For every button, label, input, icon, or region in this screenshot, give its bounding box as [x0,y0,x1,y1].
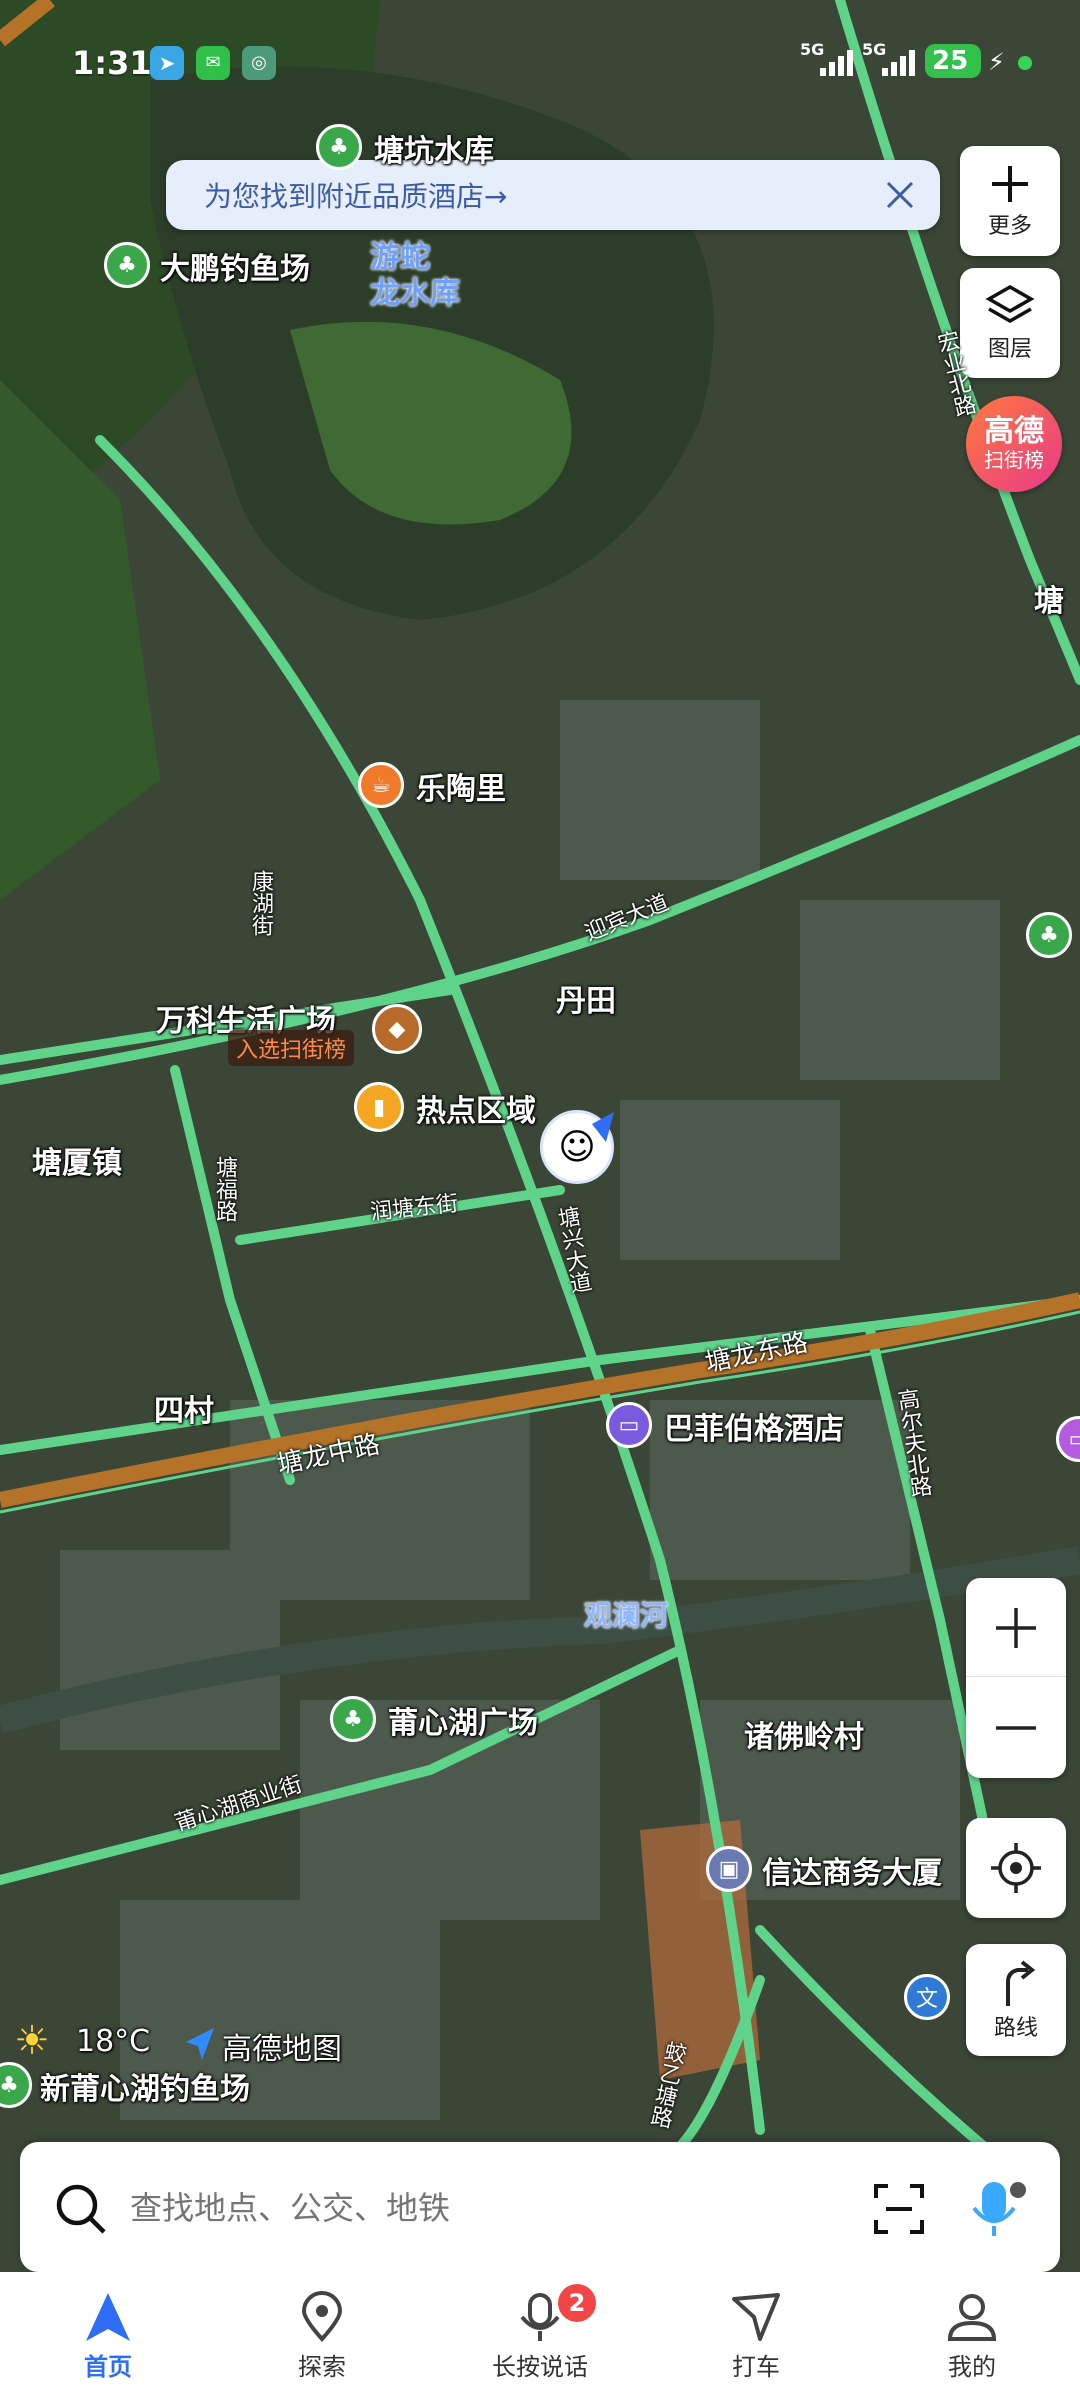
tab-explore[interactable]: 探索 [242,2272,402,2400]
zoom-control [966,1578,1066,1778]
street-rank-button[interactable]: 高德 扫街榜 [966,396,1062,492]
message-notification-icon: ✉ [196,46,230,80]
hotel-promo-banner[interactable]: 为您找到附近品质酒店→ [166,160,940,230]
locate-button[interactable] [966,1818,1066,1918]
tab-taxi-label: 打车 [732,2352,780,2381]
poi-label[interactable]: 塘坑水库 [374,126,494,170]
zoom-out-button[interactable] [966,1680,1066,1776]
poi-label[interactable]: 信达商务大厦 [762,1848,942,1892]
tab-me-label: 我的 [948,2352,996,2381]
sun-icon: ☀ [14,2018,50,2064]
banner-close-button[interactable] [870,165,930,225]
street-rank-title: 高德 [984,414,1044,449]
rank-badge: 入选扫街榜 [228,1030,355,1066]
culture-poi-icon[interactable]: 文 [904,1974,950,2020]
zoom-in-button[interactable] [966,1580,1066,1677]
app-notification-icon: ◎ [242,46,276,80]
restaurant-poi-icon[interactable]: ☕ [358,762,404,808]
banner-text[interactable]: 为您找到附近品质酒店→ [204,175,870,215]
tab-voice[interactable]: 长按说话 2 [460,2272,620,2400]
crosshair-icon [991,1843,1041,1893]
area-label: 丹田 [556,984,616,1019]
search-input[interactable] [128,2174,852,2242]
hotel-poi-icon[interactable]: ▭ [606,1402,652,1448]
poi-label[interactable]: 新莆心湖钓鱼场 [40,2064,250,2108]
street-rank-subtitle: 扫街榜 [984,448,1044,472]
plus-icon [992,166,1028,202]
fishing-poi-icon[interactable]: ♣ [104,242,150,288]
signal-2-icon [882,50,918,76]
road-label: 康湖街 [248,870,273,936]
route-label: 路线 [993,2016,1038,2041]
minus-icon [996,1726,1036,1730]
building-poi-icon[interactable]: ▣ [706,1846,752,1892]
tab-me[interactable]: 我的 [892,2272,1052,2400]
hotspot-poi-icon[interactable]: ▮ [354,1082,404,1132]
notification-badge: 2 [558,2284,596,2322]
village-label: 诸佛岭村 [744,1720,864,1755]
user-icon [947,2293,997,2341]
amap-logo-icon [186,2028,214,2060]
scan-icon[interactable] [872,2182,926,2236]
close-icon [886,181,914,209]
reservoir-poi-icon[interactable]: ♣ [316,124,362,170]
status-time: 1:31 [72,44,152,82]
poi-label[interactable]: 巴菲伯格酒店 [664,1404,844,1448]
poi-label[interactable]: 大鹏钓鱼场 [160,244,310,288]
tab-home[interactable]: 首页 [28,2272,188,2400]
telegram-notification-icon: ➤ [150,46,184,80]
status-bar: 1:31 ➤ ✉ ◎ 5G 5G 25 ⚡ [0,0,1080,120]
park-poi-icon-edge[interactable]: ♣ [1026,912,1072,958]
village-label: 四村 [154,1394,214,1429]
poi-label[interactable]: 热点区域 [416,1086,536,1130]
route-button[interactable]: 路线 [966,1944,1066,2056]
tab-taxi[interactable]: 打车 [676,2272,836,2400]
bottom-tab-bar: 首页 探索 长按说话 2 打车 我的 [0,2272,1080,2400]
voice-assistant-icon[interactable] [968,2178,1028,2240]
signal-1-icon [820,50,856,76]
heading-arrow-icon [592,1112,614,1142]
more-button[interactable]: 更多 [960,146,1060,256]
microphone-icon [520,2292,560,2341]
town-label: 塘厦镇 [32,1146,122,1181]
lake-label: 游蛇 龙水库 [370,240,460,311]
river-label: 观澜河 [584,1599,669,1632]
layers-label: 图层 [987,337,1032,362]
more-label: 更多 [987,214,1032,239]
layers-icon [985,284,1035,324]
weather-temp: 18°C [76,2024,151,2059]
location-pin-icon [301,2290,343,2342]
taxi-icon [732,2292,780,2341]
tab-explore-label: 探索 [298,2352,346,2381]
battery-level: 25 [932,46,969,76]
charging-icon: ⚡ [988,48,1005,76]
rank-poi-icon[interactable]: ◆ [372,1004,422,1054]
satellite-map[interactable] [0,0,1080,2400]
tab-voice-label: 长按说话 [492,2352,588,2381]
navigation-arrow-icon [86,2292,130,2341]
search-icon [56,2184,106,2234]
poi-label[interactable]: 莆心湖广场 [388,1698,538,1742]
road-label: 塘福路 [212,1156,237,1222]
search-bar[interactable] [20,2142,1060,2272]
poi-label[interactable]: 乐陶里 [416,764,506,808]
status-dot-icon [1018,56,1032,70]
layers-button[interactable]: 图层 [960,268,1060,378]
plus-icon [996,1607,1036,1648]
plaza-poi-icon[interactable]: ♣ [330,1696,376,1742]
tab-home-label: 首页 [84,2352,132,2381]
brand-label: 高德地图 [222,2032,342,2067]
poi-label-edge: 塘 [1034,584,1064,619]
route-turn-icon [1006,1960,1036,2006]
